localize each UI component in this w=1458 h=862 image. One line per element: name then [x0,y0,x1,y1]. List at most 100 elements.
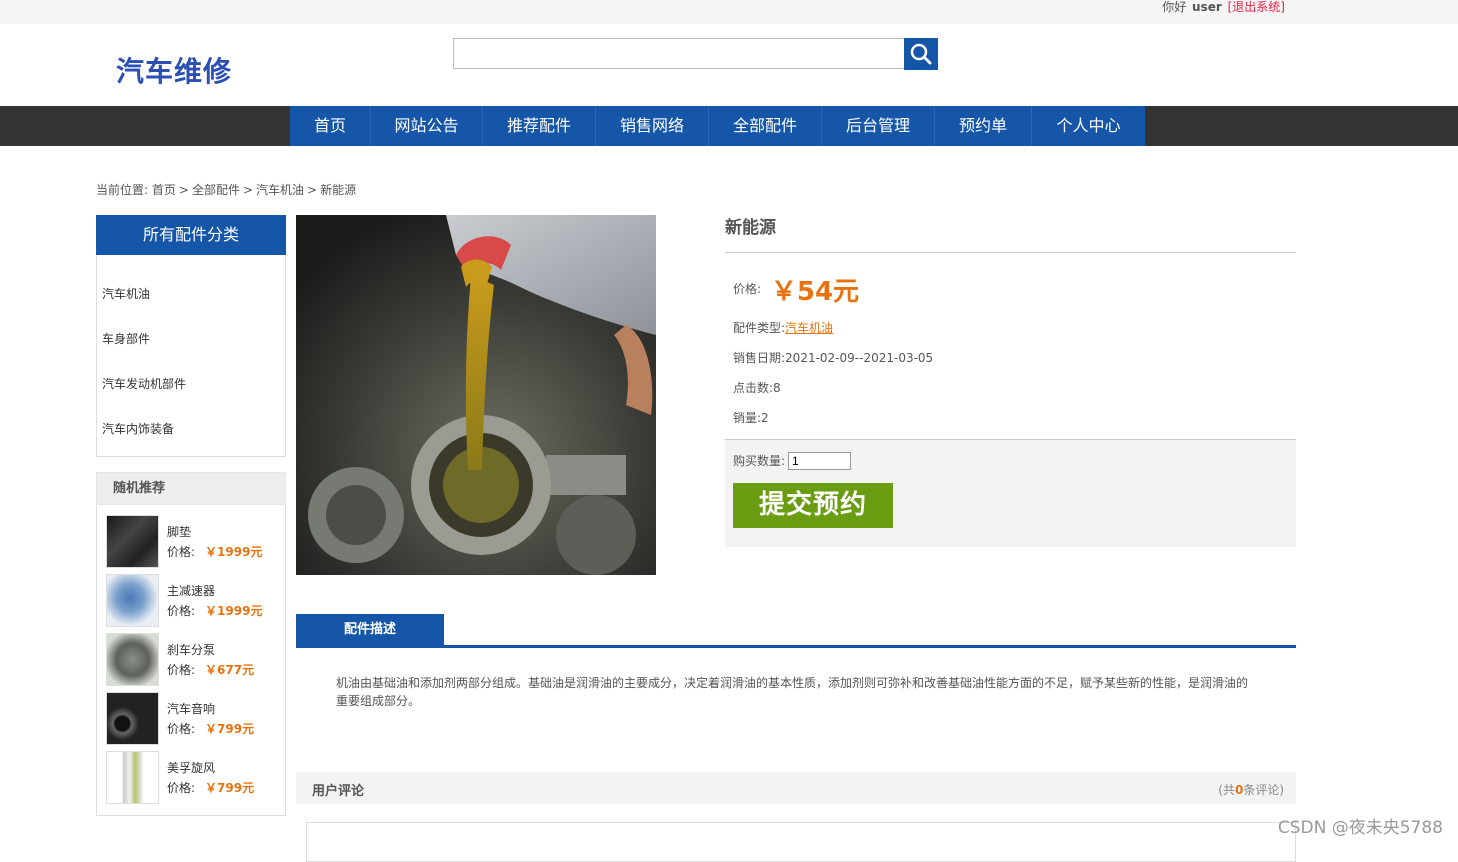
category-item[interactable]: 汽车内饰装备 [97,420,285,465]
clicks-label: 点击数: [733,381,774,395]
breadcrumb-current: 新能源 [320,183,357,197]
product-image [296,215,656,575]
list-item[interactable]: 主减速器 价格: ￥1999元 [97,572,285,631]
nav-item-orders[interactable]: 预约单 [935,106,1032,146]
category-list: 汽车机油 车身部件 汽车发动机部件 汽车内饰装备 [96,255,286,457]
comments-header: 用户评论 (共0条评论) [296,772,1296,804]
price-label: 价格: [167,663,196,677]
date-value: 2021-02-09--2021-03-05 [785,351,934,365]
nav-item-home[interactable]: 首页 [290,106,371,146]
comments-title: 用户评论 [312,784,365,799]
product-price: 价格: ￥1999元 [167,543,262,560]
list-item[interactable]: 汽车音响 价格: ￥799元 [97,690,285,749]
greeting-text: 你好 [1162,0,1187,14]
quantity-label: 购买数量: [733,454,786,468]
price-value: ￥54元 [770,277,860,307]
product-name[interactable]: 美孚旋风 [167,759,215,776]
date-label: 销售日期: [733,351,786,365]
comments-section: 用户评论 (共0条评论) [296,772,1296,862]
breadcrumb-home[interactable]: 首页 [152,183,176,197]
sidebar: 所有配件分类 汽车机油 车身部件 汽车发动机部件 汽车内饰装备 随机推荐 脚垫 … [96,215,286,816]
tab-description[interactable]: 配件描述 [296,614,444,645]
product-price: 价格: ￥799元 [167,779,254,796]
type-row: 配件类型:汽车机油 [725,313,1296,343]
price-row: 价格: ￥54元 [725,253,1296,313]
random-recommend-title: 随机推荐 [96,472,286,505]
user-greeting: 你好 user [退出系统] [1162,0,1285,15]
submit-reservation-button[interactable]: 提交预约 [733,483,893,528]
nav-item-notice[interactable]: 网站公告 [371,106,483,146]
price-label: 价格: [167,722,196,736]
search-button[interactable] [904,38,938,70]
product-price: 价格: ￥799元 [167,720,254,737]
nav-item-admin[interactable]: 后台管理 [822,106,935,146]
product-name[interactable]: 刹车分泵 [167,641,215,658]
nav-item-all-parts[interactable]: 全部配件 [709,106,822,146]
product-price: 价格: ￥677元 [167,661,254,678]
price-label: 价格: [167,781,196,795]
comments-count: (共0条评论) [1218,781,1284,798]
comment-form[interactable] [306,822,1296,862]
breadcrumb-sep: > [242,183,254,197]
price-value: ￥799元 [205,781,255,795]
product-thumbnail[interactable] [106,574,159,627]
product-name[interactable]: 主减速器 [167,582,215,599]
product-name[interactable]: 汽车音响 [167,700,215,717]
product-thumbnail[interactable] [106,633,159,686]
search-icon [910,43,932,65]
count-prefix: (共 [1218,783,1235,797]
breadcrumb-all-parts[interactable]: 全部配件 [192,183,240,197]
breadcrumb: 当前位置: 首页 > 全部配件 > 汽车机油 > 新能源 [96,181,356,198]
random-recommend-list: 脚垫 价格: ￥1999元 主减速器 价格: ￥1999元 刹车分泵 价格: ￥677… [96,505,286,816]
nav-item-network[interactable]: 销售网络 [596,106,709,146]
type-link[interactable]: 汽车机油 [785,321,833,335]
breadcrumb-category[interactable]: 汽车机油 [256,183,304,197]
buy-box: 购买数量: 提交预约 [725,439,1296,547]
nav-list: 首页 网站公告 推荐配件 销售网络 全部配件 后台管理 预约单 个人中心 [290,106,1145,146]
price-value: ￥799元 [205,722,255,736]
category-item[interactable]: 车身部件 [97,330,285,375]
product-info: 新能源 价格: ￥54元 配件类型:汽车机油 销售日期:2021-02-09--… [725,215,1296,547]
quantity-input[interactable] [788,452,852,470]
main-nav: 首页 网站公告 推荐配件 销售网络 全部配件 后台管理 预约单 个人中心 [0,106,1458,146]
type-label: 配件类型: [733,321,786,335]
category-item[interactable]: 汽车发动机部件 [97,375,285,420]
logout-link[interactable]: [退出系统] [1228,0,1285,14]
date-row: 销售日期:2021-02-09--2021-03-05 [725,343,1296,373]
list-item[interactable]: 刹车分泵 价格: ￥677元 [97,631,285,690]
breadcrumb-sep: > [178,183,189,197]
search-input[interactable] [453,38,905,69]
price-value: ￥677元 [205,663,255,677]
product-price: 价格: ￥1999元 [167,602,262,619]
category-title: 所有配件分类 [96,215,286,255]
count-suffix: 条评论) [1243,783,1284,797]
product-name[interactable]: 脚垫 [167,523,191,540]
category-item[interactable]: 汽车机油 [97,285,285,330]
sales-label: 销量: [733,411,762,425]
price-value: ￥1999元 [205,545,263,559]
top-bar: 你好 user [退出系统] [0,0,1458,24]
list-item[interactable]: 脚垫 价格: ￥1999元 [97,513,285,572]
header: 汽车维修 [0,24,1458,106]
clicks-value: 8 [773,381,781,395]
product-thumbnail[interactable] [106,515,159,568]
product-thumbnail[interactable] [106,751,159,804]
product-thumbnail[interactable] [106,692,159,745]
detail-tabs: 配件描述 [296,614,1296,648]
clicks-row: 点击数:8 [725,373,1296,403]
site-logo[interactable]: 汽车维修 [116,50,232,90]
price-label: 价格: [167,604,196,618]
price-value: ￥1999元 [205,604,263,618]
breadcrumb-sep: > [307,183,318,197]
nav-item-recommend[interactable]: 推荐配件 [483,106,596,146]
product-description: 机油由基础油和添加剂两部分组成。基础油是润滑油的主要成分，决定着润滑油的基本性质… [336,676,1249,708]
nav-item-profile[interactable]: 个人中心 [1032,106,1145,146]
quantity-row: 购买数量: [733,452,1288,470]
list-item[interactable]: 美孚旋风 价格: ￥799元 [97,749,285,808]
watermark: CSDN @夜未央5788 [1277,818,1443,838]
sales-value: 2 [761,411,769,425]
breadcrumb-label: 当前位置: [96,183,149,197]
price-label: 价格: [733,282,762,296]
search-bar [453,38,938,70]
oil-pour-image [296,215,656,575]
